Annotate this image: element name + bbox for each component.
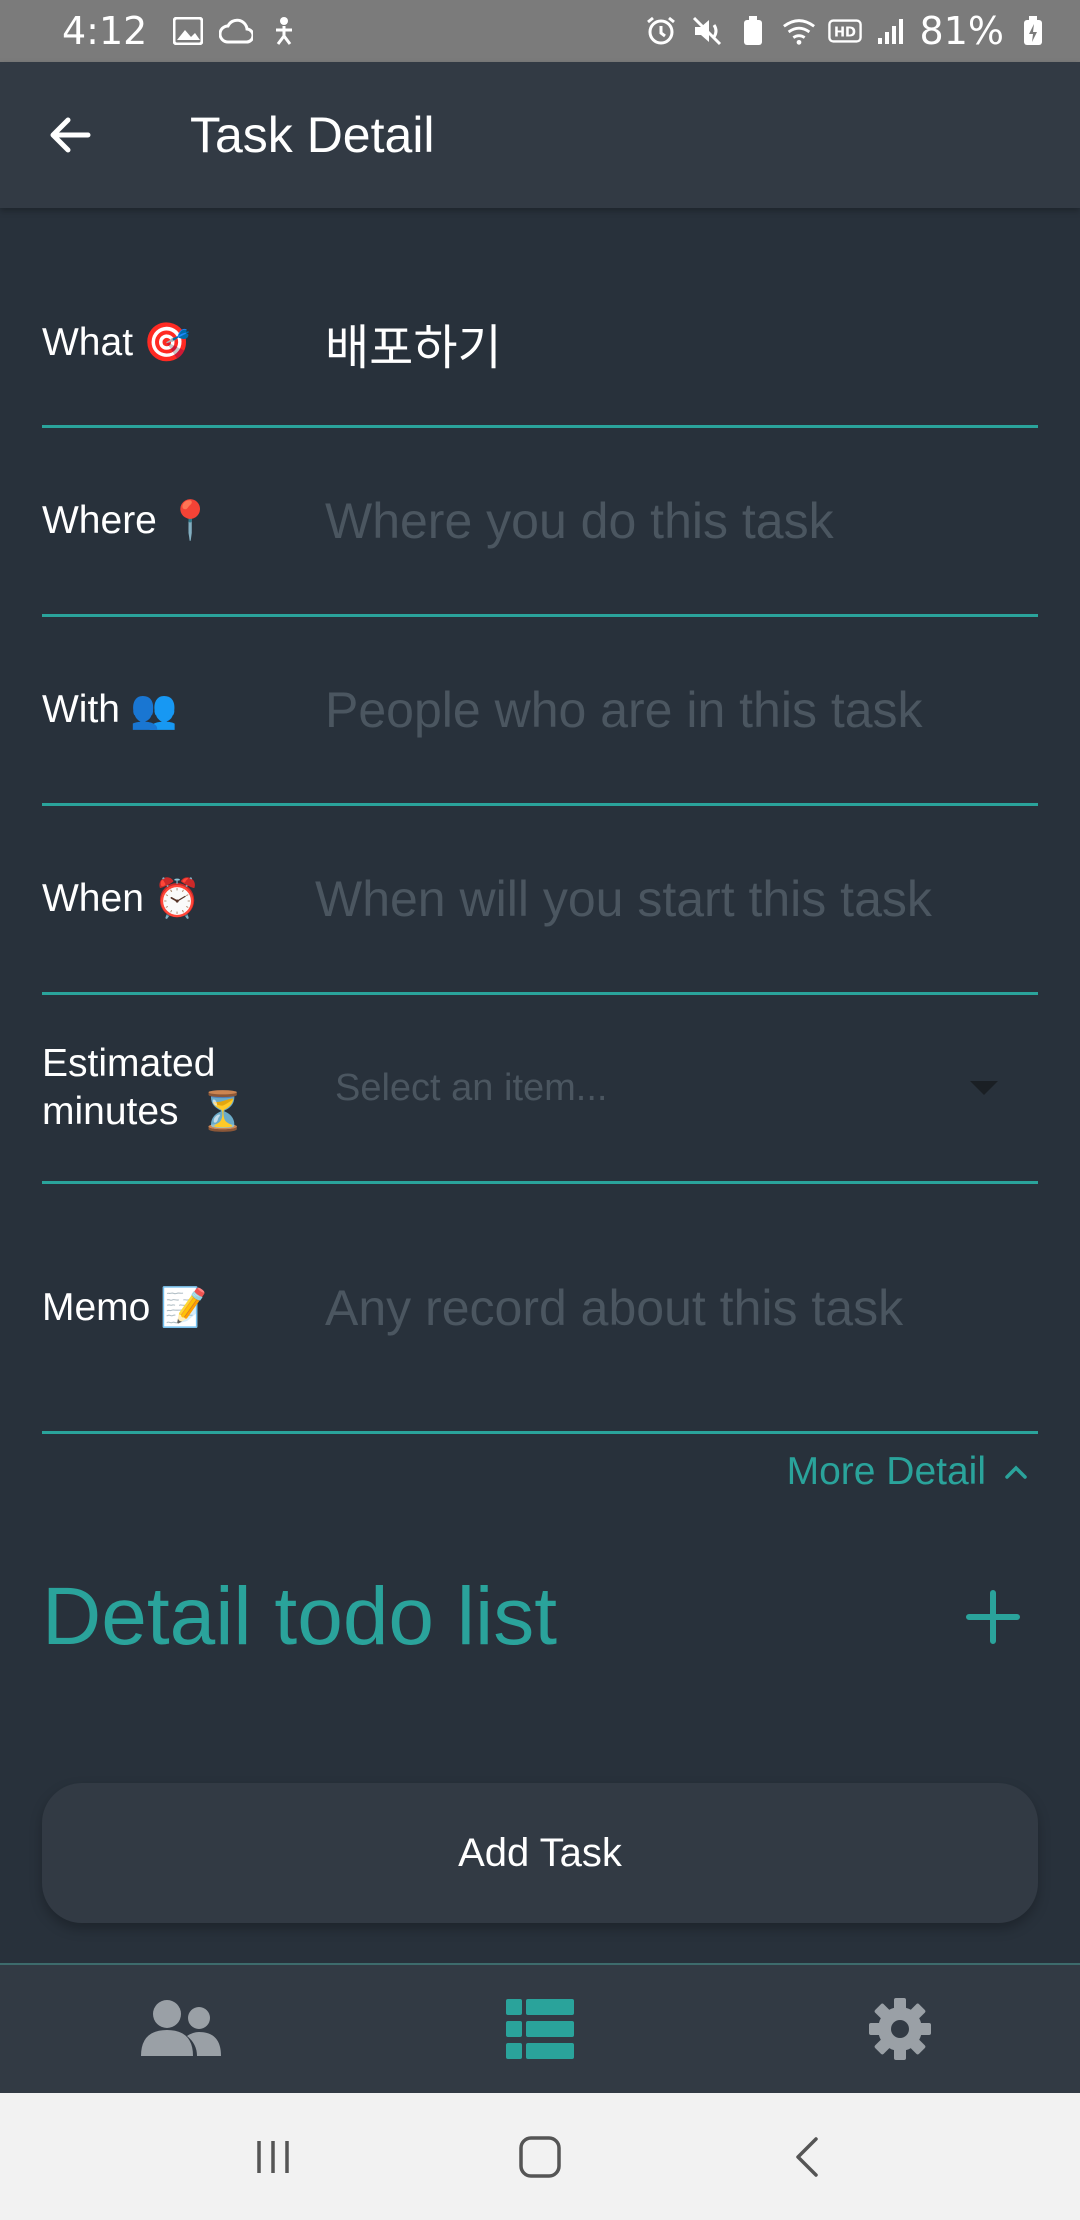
target-icon: 🎯 bbox=[143, 321, 191, 364]
hourglass-icon: ⏳ bbox=[199, 1091, 247, 1133]
with-row: With 👥 bbox=[42, 617, 1038, 806]
pin-icon: 📍 bbox=[166, 500, 215, 542]
with-input[interactable] bbox=[297, 670, 1038, 750]
app-bar: Task Detail bbox=[0, 62, 1080, 208]
what-row: What 🎯 bbox=[42, 260, 1038, 428]
arrow-left-icon bbox=[50, 117, 91, 153]
system-back-button[interactable] bbox=[757, 2117, 857, 2197]
status-bar: 4:12 HD 81% bbox=[0, 0, 1080, 62]
plus-icon bbox=[966, 1590, 1020, 1644]
wifi-icon bbox=[782, 14, 816, 48]
alarm-clock-icon: ⏰ bbox=[153, 878, 202, 920]
caret-down-icon bbox=[970, 1081, 998, 1095]
add-todo-button[interactable] bbox=[958, 1582, 1028, 1652]
hd-icon: HD bbox=[827, 14, 862, 48]
memo-label-text: Memo bbox=[42, 1285, 151, 1329]
svg-text:HD: HD bbox=[834, 26, 856, 41]
memo-icon: 📝 bbox=[160, 1286, 208, 1329]
accessibility-icon bbox=[267, 14, 301, 48]
recent-apps-icon bbox=[257, 2140, 290, 2173]
add-task-button[interactable]: Add Task bbox=[42, 1783, 1038, 1923]
what-label: What 🎯 bbox=[42, 319, 297, 367]
estimated-row: Estimated minutes ⏳ Select an item... bbox=[42, 995, 1038, 1184]
nav-people[interactable] bbox=[80, 1979, 280, 2079]
users-icon bbox=[141, 2000, 221, 2056]
list-icon bbox=[506, 1999, 574, 2059]
what-label-text: What bbox=[42, 320, 134, 364]
gallery-icon bbox=[171, 14, 205, 48]
more-detail-toggle[interactable]: More Detail bbox=[787, 1450, 1028, 1494]
chevron-up-icon bbox=[1005, 1465, 1027, 1479]
estimated-label-line1: Estimated bbox=[42, 1042, 216, 1085]
estimated-label: Estimated minutes ⏳ bbox=[42, 1040, 297, 1136]
home-icon bbox=[519, 2135, 561, 2178]
people-icon: 👥 bbox=[130, 689, 178, 731]
battery-percent: 81% bbox=[919, 9, 1004, 53]
with-label: With 👥 bbox=[42, 686, 297, 734]
memo-input[interactable] bbox=[297, 1267, 1038, 1348]
where-label-text: Where bbox=[42, 499, 157, 542]
where-input[interactable] bbox=[297, 481, 1038, 561]
estimated-label-line2-wrap: minutes ⏳ bbox=[42, 1088, 247, 1136]
signal-icon bbox=[874, 14, 908, 48]
nav-tasks[interactable] bbox=[440, 1979, 640, 2079]
system-nav-bar bbox=[0, 2093, 1080, 2220]
memo-row: Memo 📝 bbox=[42, 1184, 1038, 1434]
todo-title: Detail todo list bbox=[42, 1571, 558, 1662]
bottom-nav bbox=[0, 1963, 1080, 2093]
when-label-text: When bbox=[42, 877, 144, 920]
mute-icon bbox=[690, 14, 724, 48]
recent-apps-button[interactable] bbox=[223, 2117, 323, 2197]
task-form: What 🎯 Where 📍 With 👥 When ⏰ bbox=[42, 260, 1038, 1434]
estimated-minutes-select[interactable]: Select an item... bbox=[297, 1048, 1038, 1128]
where-label: Where 📍 bbox=[42, 497, 297, 545]
add-task-label: Add Task bbox=[458, 1830, 622, 1875]
status-time: 4:12 bbox=[62, 9, 148, 53]
when-input[interactable] bbox=[297, 859, 1038, 939]
when-label: When ⏰ bbox=[42, 875, 297, 923]
battery-charging-icon bbox=[1016, 14, 1050, 48]
status-right-icons: HD 81% bbox=[644, 9, 1050, 53]
alarm-icon bbox=[644, 14, 678, 48]
back-button[interactable] bbox=[35, 100, 105, 170]
page-title: Task Detail bbox=[190, 107, 435, 163]
todo-header: Detail todo list bbox=[42, 1570, 1038, 1664]
chevron-left-icon bbox=[795, 2136, 818, 2177]
memo-label: Memo 📝 bbox=[42, 1284, 297, 1332]
with-label-text: With bbox=[42, 688, 120, 731]
gear-icon bbox=[869, 1998, 931, 2060]
estimated-label-line2: minutes bbox=[42, 1090, 179, 1133]
what-input[interactable] bbox=[297, 302, 1038, 383]
cloud-icon bbox=[219, 14, 254, 48]
select-placeholder: Select an item... bbox=[335, 1066, 608, 1109]
where-row: Where 📍 bbox=[42, 428, 1038, 617]
nav-settings[interactable] bbox=[800, 1979, 1000, 2079]
task-detail-screen: 4:12 HD 81% Task Detail What 🎯 배포하기 Wher… bbox=[0, 0, 1080, 2220]
status-left-icons bbox=[171, 14, 301, 48]
battery-saver-icon bbox=[736, 14, 770, 48]
home-button[interactable] bbox=[490, 2117, 590, 2197]
more-detail-label: More Detail bbox=[786, 1450, 986, 1493]
when-row: When ⏰ bbox=[42, 806, 1038, 995]
